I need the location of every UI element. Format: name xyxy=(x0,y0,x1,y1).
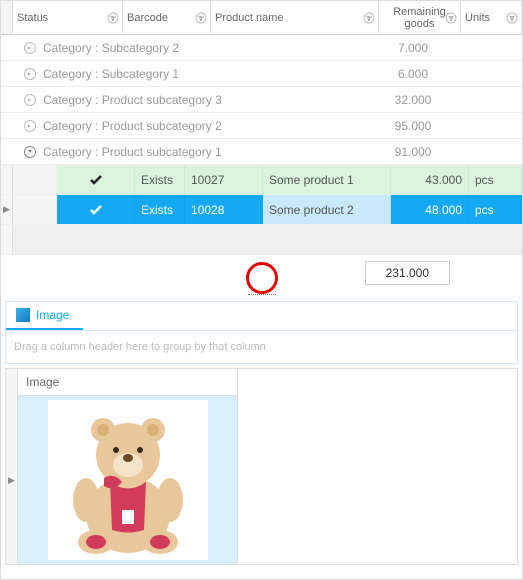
expand-icon[interactable] xyxy=(13,93,43,107)
splitter-handle[interactable] xyxy=(1,291,522,297)
column-remaining[interactable]: Remaining goods xyxy=(379,1,461,34)
column-image[interactable]: Image xyxy=(18,369,238,396)
cell-barcode: 10027 xyxy=(185,165,263,194)
expand-icon[interactable] xyxy=(13,41,43,55)
total-value: 231.000 xyxy=(365,261,450,285)
row-indicator: ▶ xyxy=(6,396,18,564)
column-units-label: Units xyxy=(465,12,490,24)
group-value: 95.000 xyxy=(373,119,453,133)
column-status[interactable]: Status xyxy=(13,1,123,34)
filter-icon[interactable] xyxy=(107,12,119,24)
group-label: Category : Product subcategory 3 xyxy=(43,93,373,107)
cell-product[interactable]: Some product 1 xyxy=(263,165,391,194)
group-row[interactable]: Category : Subcategory 27.000 xyxy=(1,35,522,61)
column-product-label: Product name xyxy=(215,12,283,24)
column-image-label: Image xyxy=(26,375,59,389)
row-indicator xyxy=(1,165,13,194)
group-row[interactable]: Category : Subcategory 16.000 xyxy=(1,61,522,87)
expand-icon[interactable] xyxy=(13,119,43,133)
group-value: 91.000 xyxy=(373,145,453,159)
group-label: Category : Product subcategory 1 xyxy=(43,145,373,159)
group-value: 7.000 xyxy=(373,41,453,55)
group-label: Category : Subcategory 2 xyxy=(43,41,373,55)
image-cell[interactable] xyxy=(18,396,238,564)
group-value: 6.000 xyxy=(373,67,453,81)
status-check-icon xyxy=(57,195,135,224)
filter-icon[interactable] xyxy=(445,12,457,24)
cell-product[interactable]: Some product 2 xyxy=(263,195,391,224)
group-drop-area[interactable]: Drag a column header here to group by th… xyxy=(5,330,518,364)
image-icon xyxy=(16,308,30,322)
group-value: 32.000 xyxy=(373,93,453,107)
teddy-bear-image xyxy=(48,400,208,560)
filter-icon[interactable] xyxy=(506,12,518,24)
column-product[interactable]: Product name xyxy=(211,1,379,34)
expand-icon[interactable] xyxy=(13,67,43,81)
cell-status: Exists xyxy=(135,165,185,194)
grid-footer-spacer xyxy=(1,225,522,255)
group-row[interactable]: Category : Product subcategory 332.000 xyxy=(1,87,522,113)
filter-icon[interactable] xyxy=(363,12,375,24)
data-row[interactable]: ▶ Exists10028Some product 248.000pcs xyxy=(1,195,522,225)
cell-units: pcs xyxy=(469,165,522,194)
column-units[interactable]: Units xyxy=(461,1,522,34)
group-row[interactable]: Category : Product subcategory 295.000 xyxy=(1,113,522,139)
row-indicator-header xyxy=(1,1,13,34)
total-row: 231.000 xyxy=(1,255,522,291)
column-barcode[interactable]: Barcode xyxy=(123,1,211,34)
column-status-label: Status xyxy=(17,12,48,24)
tab-image-label: Image xyxy=(36,308,69,322)
group-row[interactable]: Category : Product subcategory 191.000 xyxy=(1,139,522,165)
group-label: Category : Product subcategory 2 xyxy=(43,119,373,133)
row-indicator-header xyxy=(6,369,18,396)
column-barcode-label: Barcode xyxy=(127,12,168,24)
group-drop-hint: Drag a column header here to group by th… xyxy=(14,341,266,353)
cell-barcode: 10028 xyxy=(185,195,263,224)
filter-icon[interactable] xyxy=(195,12,207,24)
group-label: Category : Subcategory 1 xyxy=(43,67,373,81)
grid-header: Status Barcode Product name Remaining go… xyxy=(1,1,522,35)
status-check-icon xyxy=(57,165,135,194)
tab-image[interactable]: Image xyxy=(6,302,83,330)
row-indicator: ▶ xyxy=(1,195,13,224)
data-row[interactable]: Exists10027Some product 143.000pcs xyxy=(1,165,522,195)
cell-remaining: 43.000 xyxy=(391,165,469,194)
cell-units: pcs xyxy=(469,195,522,224)
cell-remaining: 48.000 xyxy=(391,195,469,224)
expand-icon[interactable] xyxy=(13,145,43,159)
cell-status: Exists xyxy=(135,195,185,224)
detail-tabs: Image xyxy=(5,301,518,330)
